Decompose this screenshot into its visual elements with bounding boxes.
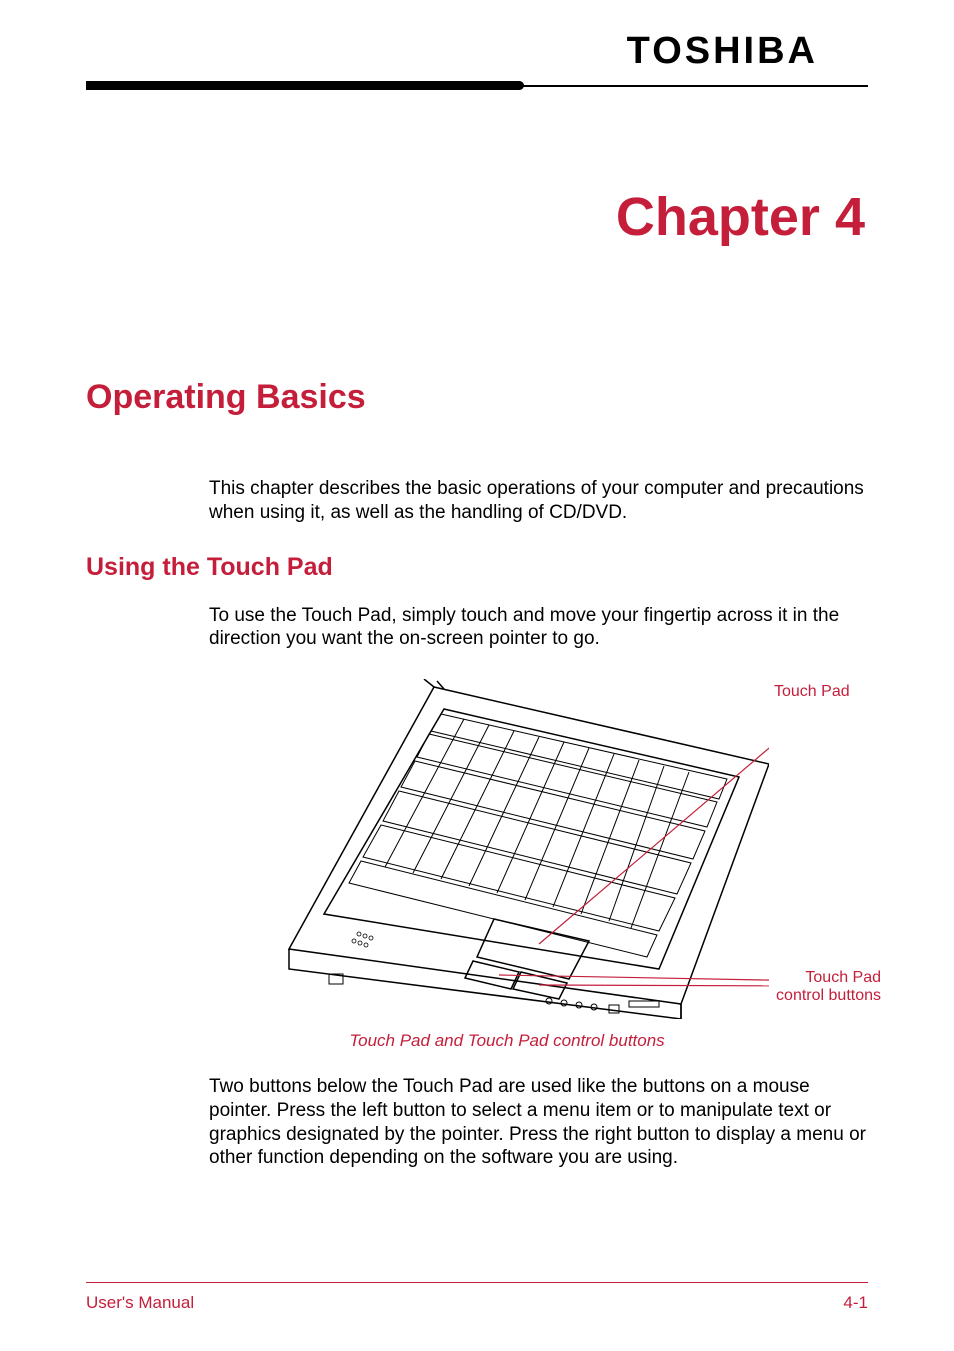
laptop-diagram: [269, 679, 769, 1019]
section-intro-text: This chapter describes the basic operati…: [209, 477, 868, 525]
figure-label-buttons: Touch Pad control buttons: [761, 969, 881, 1005]
header-logo-area: TOSHIBA: [86, 30, 868, 73]
footer-manual-label: User's Manual: [86, 1293, 194, 1313]
touchpad-buttons-text: Two buttons below the Touch Pad are used…: [209, 1075, 868, 1170]
figure-label-touchpad: Touch Pad: [774, 683, 850, 701]
page-footer: User's Manual 4-1: [86, 1282, 868, 1313]
section-title: Operating Basics: [86, 378, 868, 417]
touchpad-instruction-text: To use the Touch Pad, simply touch and m…: [209, 604, 868, 652]
subsection-title: Using the Touch Pad: [86, 553, 868, 582]
brand-logo: TOSHIBA: [627, 30, 818, 72]
chapter-title: Chapter 4: [86, 186, 868, 248]
footer-page-number: 4-1: [843, 1293, 868, 1313]
figure-caption: Touch Pad and Touch Pad control buttons: [146, 1031, 868, 1051]
header-divider: [86, 81, 868, 91]
figure-container: Touch Pad Touch Pad control buttons: [209, 679, 868, 1019]
